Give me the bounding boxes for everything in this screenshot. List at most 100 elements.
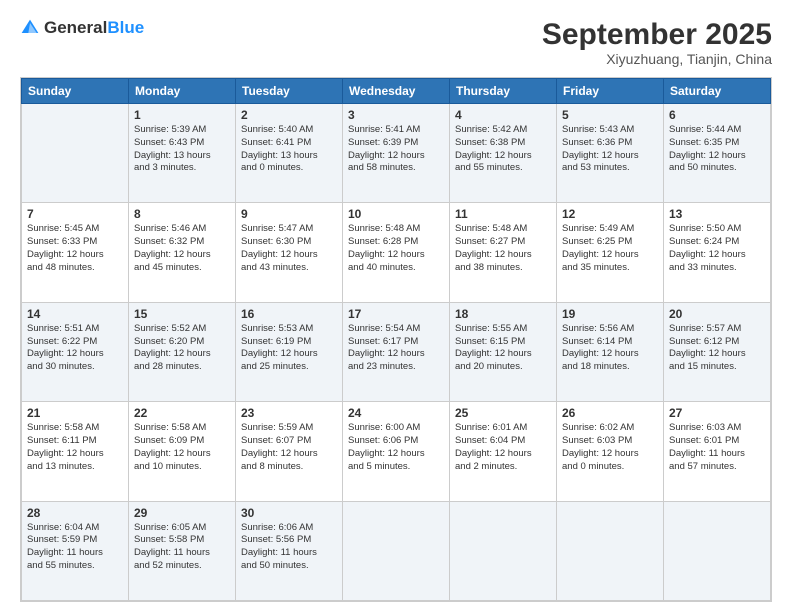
day-info: Sunrise: 5:42 AM Sunset: 6:38 PM Dayligh…	[455, 124, 551, 175]
day-number: 7	[27, 207, 123, 221]
day-info: Sunrise: 5:43 AM Sunset: 6:36 PM Dayligh…	[562, 124, 658, 175]
logo-icon	[20, 18, 40, 38]
table-row: 1 Sunrise: 5:39 AM Sunset: 6:43 PM Daylig…	[22, 104, 771, 203]
calendar: Sunday Monday Tuesday Wednesday Thursday…	[20, 77, 772, 602]
day-number: 15	[134, 307, 230, 321]
day-info: Sunrise: 5:50 AM Sunset: 6:24 PM Dayligh…	[669, 223, 765, 274]
day-info: Sunrise: 5:47 AM Sunset: 6:30 PM Dayligh…	[241, 223, 337, 274]
day-number: 23	[241, 406, 337, 420]
day-info: Sunrise: 5:44 AM Sunset: 6:35 PM Dayligh…	[669, 124, 765, 175]
col-friday: Friday	[557, 79, 664, 104]
table-row: 21 Sunrise: 5:58 AM Sunset: 6:11 PM Dayli…	[22, 402, 771, 501]
day-number: 21	[27, 406, 123, 420]
table-cell	[557, 501, 664, 600]
table-cell: 25 Sunrise: 6:01 AM Sunset: 6:04 PM Dayli…	[450, 402, 557, 501]
day-info: Sunrise: 5:57 AM Sunset: 6:12 PM Dayligh…	[669, 323, 765, 374]
day-number: 27	[669, 406, 765, 420]
day-info: Sunrise: 5:56 AM Sunset: 6:14 PM Dayligh…	[562, 323, 658, 374]
day-number: 3	[348, 108, 444, 122]
day-number: 19	[562, 307, 658, 321]
logo-blue: Blue	[107, 18, 144, 37]
table-cell: 5 Sunrise: 5:43 AM Sunset: 6:36 PM Daylig…	[557, 104, 664, 203]
day-number: 30	[241, 506, 337, 520]
table-cell: 24Sunrise: 6:00 AM Sunset: 6:06 PM Dayli…	[343, 402, 450, 501]
day-number: 4	[455, 108, 551, 122]
page: GeneralBlue September 2025 Xiyuzhuang, T…	[0, 0, 792, 612]
table-cell: 16Sunrise: 5:53 AM Sunset: 6:19 PM Dayli…	[236, 302, 343, 401]
day-info: Sunrise: 5:55 AM Sunset: 6:15 PM Dayligh…	[455, 323, 551, 374]
col-saturday: Saturday	[664, 79, 771, 104]
col-monday: Monday	[129, 79, 236, 104]
day-info: Sunrise: 5:58 AM Sunset: 6:11 PM Dayligh…	[27, 422, 123, 473]
day-info: Sunrise: 5:48 AM Sunset: 6:28 PM Dayligh…	[348, 223, 444, 274]
day-info: Sunrise: 5:46 AM Sunset: 6:32 PM Dayligh…	[134, 223, 230, 274]
table-cell	[343, 501, 450, 600]
day-info: Sunrise: 5:45 AM Sunset: 6:33 PM Dayligh…	[27, 223, 123, 274]
col-sunday: Sunday	[22, 79, 129, 104]
day-info: Sunrise: 5:39 AM Sunset: 6:43 PM Dayligh…	[134, 124, 230, 175]
day-info: Sunrise: 5:40 AM Sunset: 6:41 PM Dayligh…	[241, 124, 337, 175]
col-tuesday: Tuesday	[236, 79, 343, 104]
table-cell: 9 Sunrise: 5:47 AM Sunset: 6:30 PM Daylig…	[236, 203, 343, 302]
table-row: 28 Sunrise: 6:04 AM Sunset: 5:59 PM Dayli…	[22, 501, 771, 600]
table-cell: 15 Sunrise: 5:52 AM Sunset: 6:20 PM Dayli…	[129, 302, 236, 401]
day-number: 29	[134, 506, 230, 520]
table-cell: 30 Sunrise: 6:06 AM Sunset: 5:56 PM Dayli…	[236, 501, 343, 600]
logo-general: General	[44, 18, 107, 37]
day-number: 25	[455, 406, 551, 420]
day-info: Sunrise: 6:04 AM Sunset: 5:59 PM Dayligh…	[27, 522, 123, 573]
day-info: Sunrise: 5:59 AM Sunset: 6:07 PM Dayligh…	[241, 422, 337, 473]
table-cell: 29 Sunrise: 6:05 AM Sunset: 5:58 PM Dayli…	[129, 501, 236, 600]
location: Xiyuzhuang, Tianjin, China	[542, 51, 772, 67]
day-number: 8	[134, 207, 230, 221]
table-cell: 7 Sunrise: 5:45 AM Sunset: 6:33 PM Daylig…	[22, 203, 129, 302]
day-info: Sunrise: 6:05 AM Sunset: 5:58 PM Dayligh…	[134, 522, 230, 573]
logo: GeneralBlue	[20, 18, 144, 38]
col-wednesday: Wednesday	[343, 79, 450, 104]
day-number: 11	[455, 207, 551, 221]
day-number: 24	[348, 406, 444, 420]
col-thursday: Thursday	[450, 79, 557, 104]
day-number: 14	[27, 307, 123, 321]
table-cell: 22Sunrise: 5:58 AM Sunset: 6:09 PM Dayli…	[129, 402, 236, 501]
table-cell: 28 Sunrise: 6:04 AM Sunset: 5:59 PM Dayli…	[22, 501, 129, 600]
header-row: Sunday Monday Tuesday Wednesday Thursday…	[22, 79, 771, 104]
table-cell	[450, 501, 557, 600]
title-block: September 2025 Xiyuzhuang, Tianjin, Chin…	[542, 18, 772, 67]
table-cell: 14 Sunrise: 5:51 AM Sunset: 6:22 PM Dayli…	[22, 302, 129, 401]
day-info: Sunrise: 5:53 AM Sunset: 6:19 PM Dayligh…	[241, 323, 337, 374]
day-number: 28	[27, 506, 123, 520]
day-info: Sunrise: 5:49 AM Sunset: 6:25 PM Dayligh…	[562, 223, 658, 274]
table-cell: 13 Sunrise: 5:50 AM Sunset: 6:24 PM Dayli…	[664, 203, 771, 302]
day-number: 5	[562, 108, 658, 122]
table-row: 14 Sunrise: 5:51 AM Sunset: 6:22 PM Dayli…	[22, 302, 771, 401]
day-number: 10	[348, 207, 444, 221]
day-info: Sunrise: 5:54 AM Sunset: 6:17 PM Dayligh…	[348, 323, 444, 374]
day-number: 13	[669, 207, 765, 221]
day-number: 22	[134, 406, 230, 420]
day-number: 2	[241, 108, 337, 122]
header: GeneralBlue September 2025 Xiyuzhuang, T…	[20, 18, 772, 67]
day-number: 1	[134, 108, 230, 122]
day-info: Sunrise: 6:06 AM Sunset: 5:56 PM Dayligh…	[241, 522, 337, 573]
day-number: 17	[348, 307, 444, 321]
day-number: 18	[455, 307, 551, 321]
table-cell: 19 Sunrise: 5:56 AM Sunset: 6:14 PM Dayli…	[557, 302, 664, 401]
table-cell: 17 Sunrise: 5:54 AM Sunset: 6:17 PM Dayli…	[343, 302, 450, 401]
table-cell: 2 Sunrise: 5:40 AM Sunset: 6:41 PM Daylig…	[236, 104, 343, 203]
day-info: Sunrise: 5:51 AM Sunset: 6:22 PM Dayligh…	[27, 323, 123, 374]
day-info: Sunrise: 5:41 AM Sunset: 6:39 PM Dayligh…	[348, 124, 444, 175]
table-cell	[664, 501, 771, 600]
day-info: Sunrise: 5:52 AM Sunset: 6:20 PM Dayligh…	[134, 323, 230, 374]
table-cell: 23 Sunrise: 5:59 AM Sunset: 6:07 PM Dayli…	[236, 402, 343, 501]
day-number: 9	[241, 207, 337, 221]
table-cell	[22, 104, 129, 203]
logo-text: GeneralBlue	[44, 18, 144, 38]
day-info: Sunrise: 6:02 AM Sunset: 6:03 PM Dayligh…	[562, 422, 658, 473]
day-number: 26	[562, 406, 658, 420]
day-number: 12	[562, 207, 658, 221]
day-info: Sunrise: 6:01 AM Sunset: 6:04 PM Dayligh…	[455, 422, 551, 473]
month-title: September 2025	[542, 18, 772, 51]
table-row: 7 Sunrise: 5:45 AM Sunset: 6:33 PM Daylig…	[22, 203, 771, 302]
table-cell: 1 Sunrise: 5:39 AM Sunset: 6:43 PM Daylig…	[129, 104, 236, 203]
